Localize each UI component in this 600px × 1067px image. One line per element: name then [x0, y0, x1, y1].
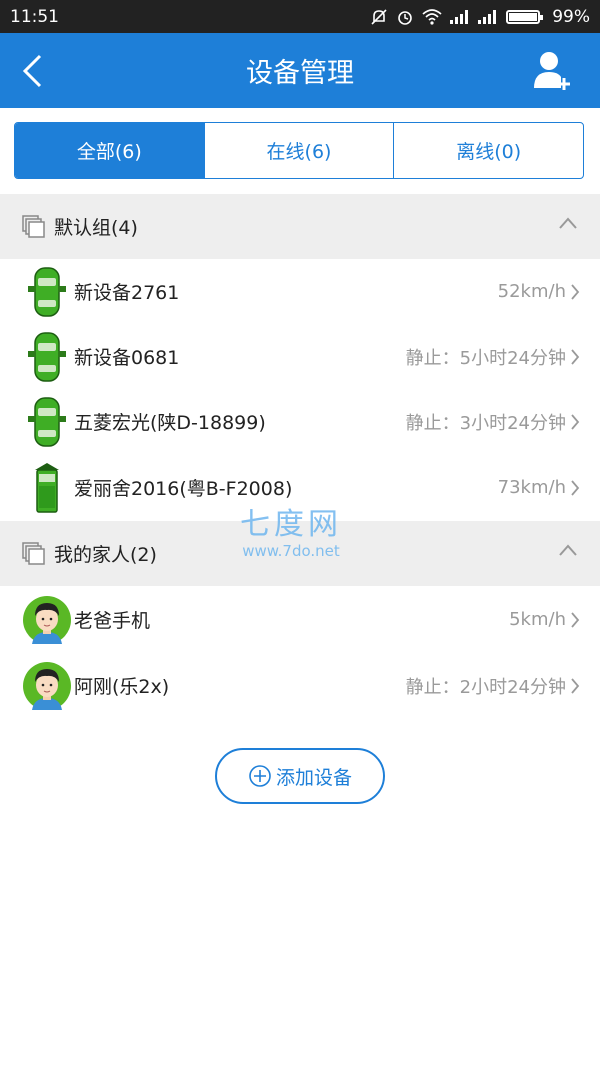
device-name: 新设备0681	[74, 347, 180, 369]
signal-icon-2	[478, 9, 497, 24]
chevron-up-icon	[559, 217, 577, 229]
device-row[interactable]: 老爸手机 5km/h	[0, 587, 600, 652]
device-name: 五菱宏光(陕D-18899)	[74, 412, 266, 434]
watermark: 七度网 www.7do.net	[240, 507, 342, 561]
chevron-right-icon	[571, 414, 580, 430]
add-user-icon	[534, 52, 570, 90]
chevron-right-icon	[571, 349, 580, 365]
page-title: 设备管理	[246, 58, 354, 89]
plus-circle-icon	[249, 765, 271, 787]
battery-percent: 99%	[552, 6, 590, 27]
device-status: 52km/h	[497, 281, 566, 302]
chevron-right-icon	[571, 612, 580, 628]
car-icon	[28, 267, 66, 317]
watermark-logo: 七度网	[240, 507, 342, 542]
group-header-default[interactable]: 默认组(4)	[0, 194, 600, 259]
device-status: 静止：5小时24分钟	[405, 347, 566, 369]
watermark-url: www.7do.net	[242, 542, 340, 560]
add-device-label: 添加设备	[275, 766, 352, 789]
group-icon	[22, 541, 45, 565]
alarm-icon	[398, 10, 413, 25]
car-icon	[35, 463, 59, 513]
chevron-right-icon	[571, 284, 580, 300]
add-user-button[interactable]	[534, 50, 574, 92]
device-status: 73km/h	[497, 477, 566, 498]
status-time: 11:51	[10, 6, 59, 27]
tab-online[interactable]: 在线(6)	[203, 123, 394, 178]
group-name: 默认组(4)	[54, 217, 138, 239]
battery-icon	[506, 9, 544, 24]
device-status: 静止：3小时24分钟	[405, 412, 566, 434]
device-name: 爱丽舍2016(粤B-F2008)	[74, 478, 293, 500]
device-row[interactable]: 新设备0681 静止：5小时24分钟	[0, 324, 600, 389]
tab-offline[interactable]: 离线(0)	[393, 123, 583, 178]
status-icons: 99%	[370, 7, 590, 27]
signal-icon	[450, 9, 469, 24]
tab-all[interactable]: 全部(6)	[15, 123, 204, 178]
device-name: 新设备2761	[74, 282, 180, 304]
chevron-up-icon	[559, 544, 577, 556]
chevron-right-icon	[571, 678, 580, 694]
filter-tabs: 全部(6) 在线(6) 离线(0)	[14, 122, 584, 179]
device-row[interactable]: 新设备2761 52km/h	[0, 259, 600, 324]
wifi-icon	[422, 8, 442, 25]
device-status: 静止：2小时24分钟	[405, 676, 566, 698]
chevron-right-icon	[571, 480, 580, 496]
add-device-button[interactable]: 添加设备	[215, 748, 385, 804]
chevron-left-icon	[22, 54, 42, 88]
device-status: 5km/h	[509, 609, 566, 630]
device-name: 老爸手机	[74, 610, 151, 632]
mute-icon	[371, 8, 387, 25]
group-name: 我的家人(2)	[54, 544, 157, 566]
car-icon	[28, 397, 66, 447]
person-avatar-icon	[23, 662, 71, 710]
back-button[interactable]	[22, 51, 62, 91]
car-icon	[28, 332, 66, 382]
status-bar: 11:51 99%	[0, 0, 600, 33]
device-name: 阿刚(乐2x)	[74, 676, 170, 698]
device-row[interactable]: 阿刚(乐2x) 静止：2小时24分钟	[0, 653, 600, 718]
person-avatar-icon	[23, 596, 71, 644]
device-row[interactable]: 五菱宏光(陕D-18899) 静止：3小时24分钟	[0, 389, 600, 454]
group-icon	[22, 214, 45, 238]
app-bar: 设备管理	[0, 33, 600, 108]
